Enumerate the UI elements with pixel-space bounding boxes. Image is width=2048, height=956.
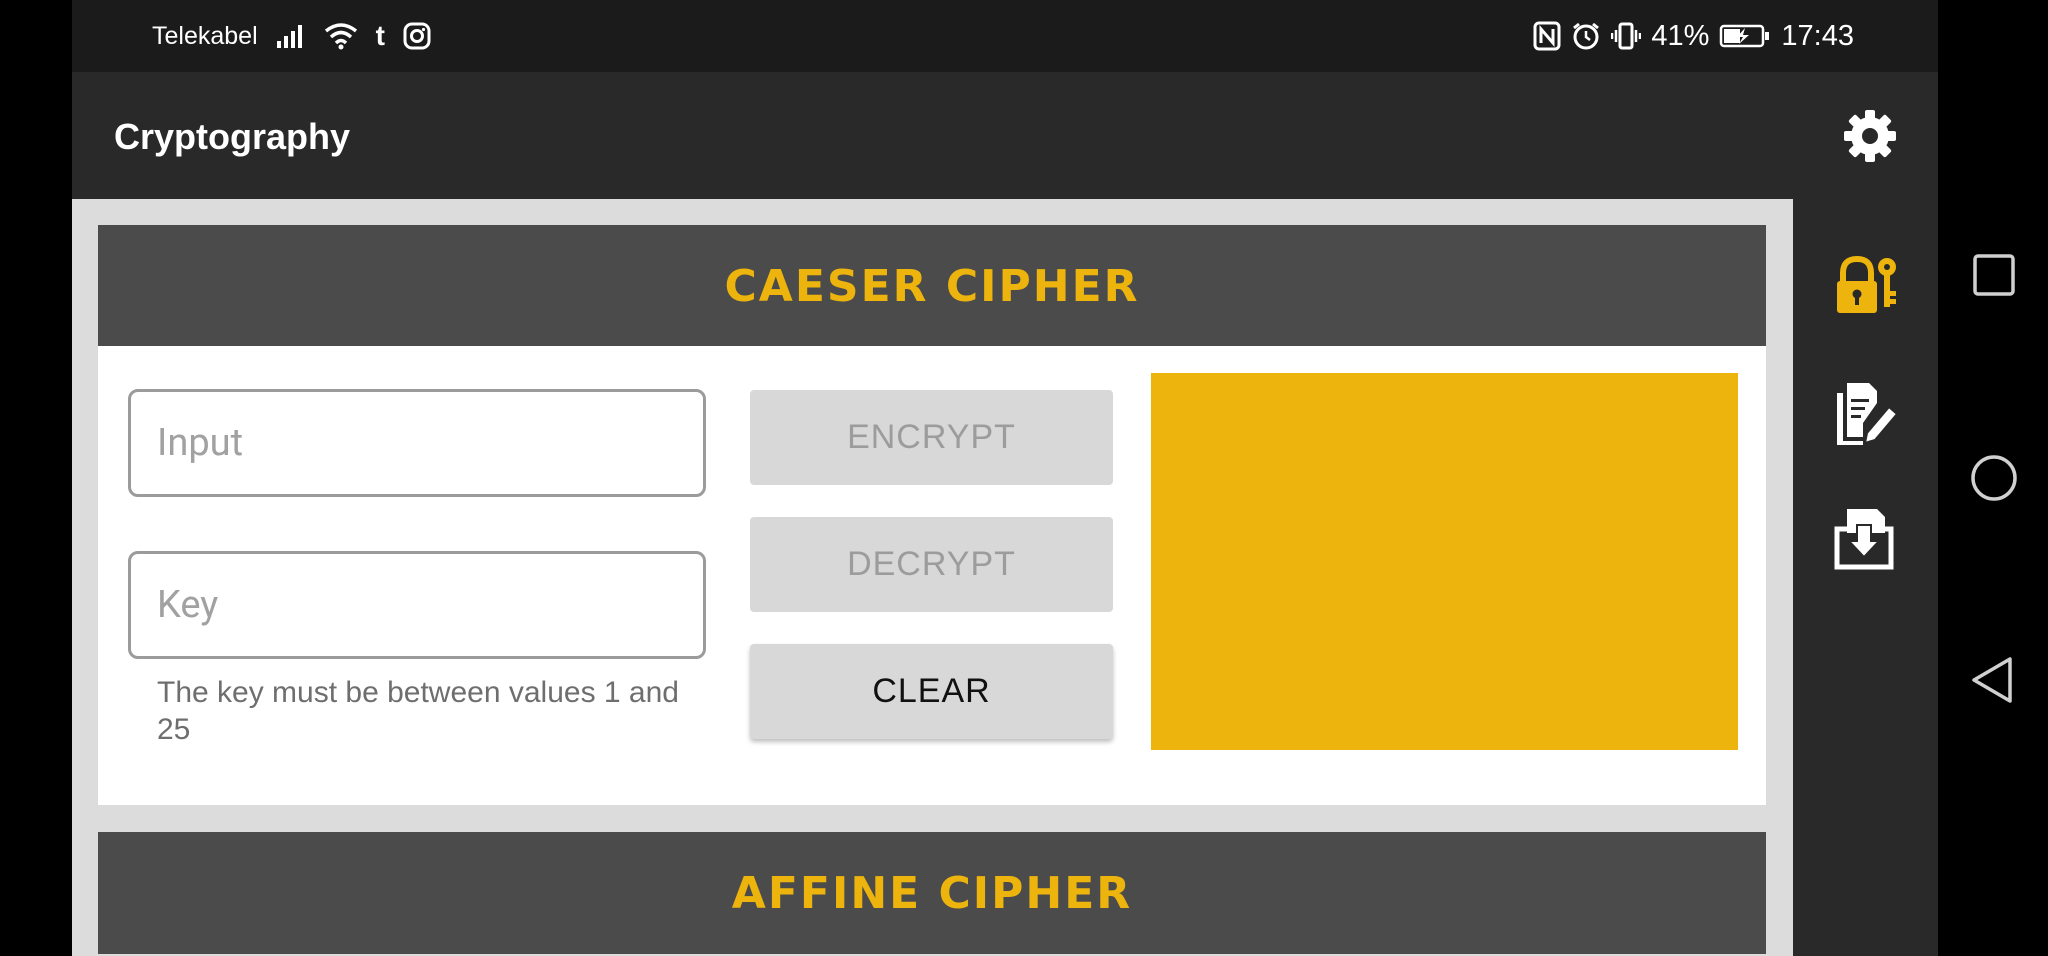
home-circle-icon[interactable]: [1966, 450, 2022, 506]
output-panel: [1151, 373, 1738, 750]
tumblr-icon: t: [375, 20, 385, 51]
clock: 17:43: [1781, 19, 1854, 52]
vibrate-icon: [1611, 21, 1642, 51]
alarm-icon: [1571, 21, 1601, 51]
input-text[interactable]: [131, 392, 703, 494]
decrypt-button[interactable]: DECRYPT: [750, 517, 1113, 612]
encrypt-button[interactable]: ENCRYPT: [750, 390, 1113, 485]
carrier-name: Telekabel: [152, 21, 258, 50]
nfc-icon: [1533, 21, 1561, 51]
gear-icon[interactable]: [1840, 106, 1900, 166]
caesar-cipher-header[interactable]: CAESER CIPHER: [98, 225, 1766, 347]
input-field[interactable]: [128, 389, 706, 497]
cipher-list[interactable]: CAESER CIPHER The key must be between va…: [72, 199, 1793, 956]
wifi-icon: [324, 22, 358, 50]
affine-cipher-title: AFFINE CIPHER: [731, 867, 1133, 919]
navigation-bar: [1938, 0, 2048, 956]
key-text[interactable]: [131, 554, 703, 656]
battery-percent: 41%: [1651, 19, 1710, 52]
key-field[interactable]: [128, 551, 706, 659]
clear-button[interactable]: CLEAR: [750, 644, 1113, 739]
battery-charging-icon: [1719, 23, 1771, 49]
app-bar: Cryptography: [72, 72, 1938, 199]
signal-icon: [276, 23, 306, 49]
download-folder-icon[interactable]: [1833, 505, 1899, 571]
document-edit-icon[interactable]: [1833, 379, 1899, 445]
side-rail: [1793, 199, 1938, 956]
caesar-cipher-card: The key must be between values 1 and 25 …: [98, 346, 1766, 805]
app-title: Cryptography: [114, 116, 351, 157]
back-triangle-icon[interactable]: [1966, 652, 2022, 708]
instagram-icon: [403, 22, 431, 50]
status-bar: Telekabel t 41% 17:43: [72, 0, 1938, 72]
lock-key-icon[interactable]: [1833, 253, 1899, 319]
key-helper-text: The key must be between values 1 and 25: [157, 676, 679, 746]
affine-cipher-header[interactable]: AFFINE CIPHER: [98, 832, 1766, 954]
recents-square-icon[interactable]: [1966, 247, 2022, 303]
caesar-cipher-title: CAESER CIPHER: [724, 260, 1140, 312]
